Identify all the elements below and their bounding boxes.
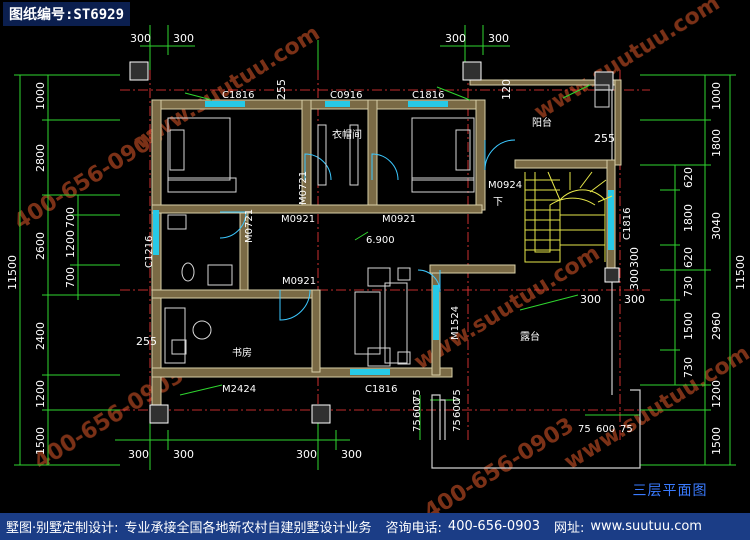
dim-left-mid: 2400 [34, 322, 47, 350]
dim-top: 300 [130, 32, 151, 45]
dim-right-inner: 730 [682, 276, 695, 297]
dim-bottom: 300 [341, 448, 362, 461]
dim-misc: 600 [412, 399, 423, 418]
dim-misc: 300 [628, 247, 641, 268]
drawing-code: 图纸编号:ST6929 [3, 2, 131, 26]
dim-misc: 300 [580, 293, 601, 306]
dim-left-inner: 700 [64, 267, 77, 288]
dim-right-inner: 620 [682, 247, 695, 268]
dim-misc: 600 [452, 399, 463, 418]
dim-misc: 600 [596, 424, 615, 435]
dim-misc: 300 [628, 269, 641, 290]
dim-right-inner: 1500 [682, 312, 695, 340]
dim-right-mid: 1500 [710, 427, 723, 455]
dim-right-inner: 620 [682, 167, 695, 188]
dim-misc: 255 [136, 335, 157, 348]
dim-left-inner: 1200 [64, 230, 77, 258]
label-window-right: C1816 [622, 208, 633, 240]
footer-banner: 墅图·别墅定制设计: 专业承接全国各地新农村自建别墅设计业务 咨询电话: 400… [0, 513, 750, 540]
room-balcony: 阳台 [532, 116, 552, 129]
dim-misc: 300 [624, 293, 645, 306]
dim-top: 300 [488, 32, 509, 45]
dim-left-mid: 1500 [34, 427, 47, 455]
dim-right-mid: 3040 [710, 212, 723, 240]
window-top-mid [325, 101, 350, 107]
label-door-bed-right: M0921 [382, 214, 416, 225]
window-top-right [408, 101, 448, 107]
room-closet: 衣帽间 [332, 128, 362, 141]
label-door-bath: M0721 [244, 209, 255, 243]
footer-site-link[interactable]: www.suutuu.com [590, 519, 702, 534]
dim-misc: 255 [275, 79, 288, 100]
stair-down-label: 下 [493, 197, 503, 208]
room-terrace: 露台 [520, 330, 540, 343]
dim-misc: 75 [412, 419, 423, 432]
dim-misc: 75 [452, 419, 463, 432]
door-terrace-glazing [433, 285, 439, 340]
label-door-balcony-study: M2424 [222, 384, 256, 395]
dim-right-mid: 1200 [710, 380, 723, 408]
dim-misc: 75 [620, 424, 633, 435]
dim-left-outer: 11500 [6, 255, 19, 290]
dim-misc: 255 [594, 132, 615, 145]
dim-right-mid: 1800 [710, 129, 723, 157]
label-window-top-right: C1816 [412, 90, 444, 101]
label-window-top-mid: C0916 [330, 90, 362, 101]
footer-phone: 400-656-0903 [447, 519, 541, 534]
dim-bottom: 300 [296, 448, 317, 461]
dim-right-outer: 11500 [734, 255, 747, 290]
dim-misc: 120 [500, 79, 513, 100]
dim-top: 300 [173, 32, 194, 45]
label-door-bed-left: M0921 [281, 214, 315, 225]
label-elevation: 6.900 [366, 235, 395, 246]
dim-top: 300 [445, 32, 466, 45]
dim-right-mid: 1000 [710, 82, 723, 110]
dim-bottom: 300 [128, 448, 149, 461]
floor-plan-drawing: www.suutuu.com 400-656-0903 www.suutuu.c… [0, 0, 750, 513]
plan-title: 三层平面图 [618, 480, 722, 502]
window-top-left [205, 101, 245, 107]
dim-right-mid: 2960 [710, 312, 723, 340]
dim-bottom: 300 [173, 448, 194, 461]
room-study: 书房 [232, 346, 252, 359]
label-door-closet: M0721 [298, 171, 309, 205]
window-bottom [350, 369, 390, 375]
label-window-left: C1216 [144, 236, 155, 268]
dim-left-mid: 2800 [34, 144, 47, 172]
window-right [608, 190, 614, 250]
label-door-study: M0921 [282, 276, 316, 287]
label-door-stair: M0924 [488, 180, 522, 191]
label-window-bottom: C1816 [365, 384, 397, 395]
label-window-top-left: C1816 [222, 90, 254, 101]
dim-left-inner: 700 [64, 207, 77, 228]
footer-site-label: 网址: [554, 521, 585, 536]
footer-slogan: 专业承接全国各地新农村自建别墅设计业务 [124, 521, 372, 536]
dim-misc: 75 [578, 424, 591, 435]
footer-phone-label: 咨询电话: [385, 521, 442, 536]
dim-right-inner: 1800 [682, 204, 695, 232]
dim-left-mid: 2600 [34, 232, 47, 260]
dim-left-mid: 1000 [34, 82, 47, 110]
footer-company: 墅图·别墅定制设计: [6, 521, 119, 536]
dim-right-inner: 730 [682, 357, 695, 378]
dim-left-mid: 1200 [34, 380, 47, 408]
label-door-terrace: M1524 [450, 306, 461, 340]
